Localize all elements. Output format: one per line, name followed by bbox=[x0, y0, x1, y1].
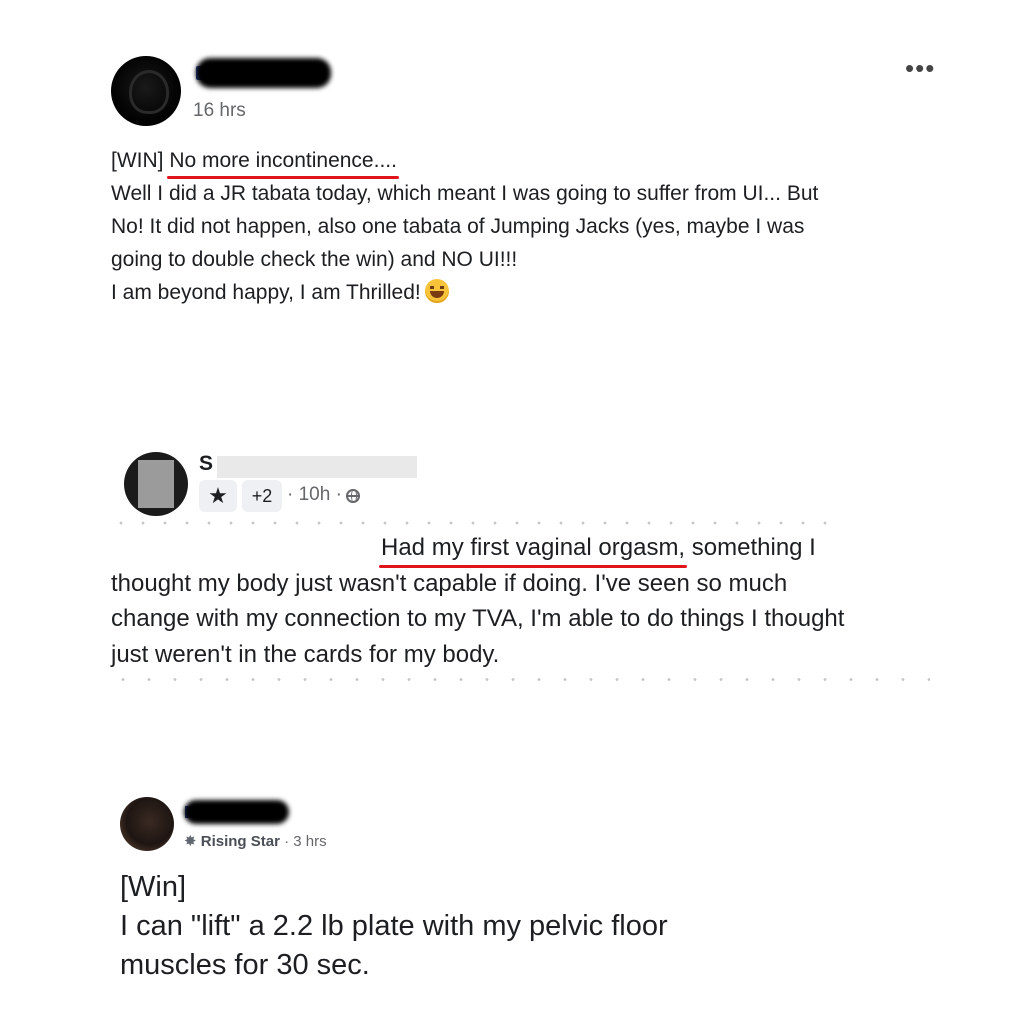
post-line: Had my first vaginal orgasm, something I bbox=[111, 530, 1011, 567]
screenshot-collage: 16 hrs ••• [WIN] No more incontinence...… bbox=[0, 0, 1024, 1024]
author-name-initial[interactable]: S bbox=[199, 452, 213, 476]
post-line: going to double check the win) and NO UI… bbox=[111, 248, 518, 271]
post-line: [Win] bbox=[120, 871, 187, 903]
underlined-highlight: No more incontinence.... bbox=[167, 144, 399, 179]
post-line: Well I did a JR tabata today, which mean… bbox=[111, 182, 819, 205]
avatar[interactable] bbox=[124, 452, 188, 516]
post-text: Had my first vaginal orgasm, something I… bbox=[111, 530, 1011, 672]
globe-icon[interactable] bbox=[345, 489, 360, 503]
tag-prefix: [WIN] bbox=[111, 149, 170, 172]
post-timestamp[interactable]: · 3 hrs bbox=[284, 833, 327, 850]
post-line: change with my connection to my TVA, I'm… bbox=[111, 605, 845, 632]
redacted-author-name bbox=[217, 456, 417, 478]
post-line: No! It did not happen, also one tabata o… bbox=[111, 215, 805, 238]
underlined-highlight: Had my first vaginal orgasm, bbox=[378, 530, 688, 567]
post-line: muscles for 30 sec. bbox=[120, 949, 370, 981]
star-badge-icon[interactable]: ★ bbox=[199, 480, 237, 512]
more-options-icon[interactable]: ••• bbox=[905, 55, 935, 81]
redacted-author-name bbox=[184, 800, 289, 824]
post-meta: · 10h · bbox=[287, 484, 360, 506]
post-line: thought my body just wasn't capable if d… bbox=[111, 569, 788, 597]
post-line-text: something I bbox=[685, 534, 816, 561]
member-rank-badge[interactable]: Rising Star bbox=[201, 833, 280, 850]
post-timestamp[interactable]: 16 hrs bbox=[193, 100, 246, 122]
post-line: I can "lift" a 2.2 lb plate with my pelv… bbox=[120, 910, 668, 942]
post-line: [WIN] No more incontinence.... bbox=[111, 144, 991, 179]
cropped-text-remnant bbox=[110, 676, 930, 683]
post-timestamp[interactable]: · 10h · bbox=[287, 484, 342, 505]
post-line: I am beyond happy, I am Thrilled! bbox=[111, 276, 991, 309]
post-text: [WIN] No more incontinence.... Well I di… bbox=[111, 144, 991, 309]
redacted-author-name bbox=[196, 58, 331, 88]
rising-star-icon: ✸ bbox=[184, 833, 197, 850]
cropped-text-remnant bbox=[110, 520, 830, 526]
grinning-face-emoji-icon bbox=[424, 279, 449, 303]
post-line-text: I am beyond happy, I am Thrilled! bbox=[111, 281, 421, 304]
extra-badges-count[interactable]: +2 bbox=[242, 480, 282, 512]
avatar[interactable] bbox=[111, 56, 181, 126]
post-meta: ✸ Rising Star · 3 hrs bbox=[184, 832, 327, 850]
post-line: just weren't in the cards for my body. bbox=[111, 640, 500, 668]
post-text: [Win] I can "lift" a 2.2 lb plate with m… bbox=[120, 868, 820, 985]
avatar[interactable] bbox=[120, 797, 174, 851]
